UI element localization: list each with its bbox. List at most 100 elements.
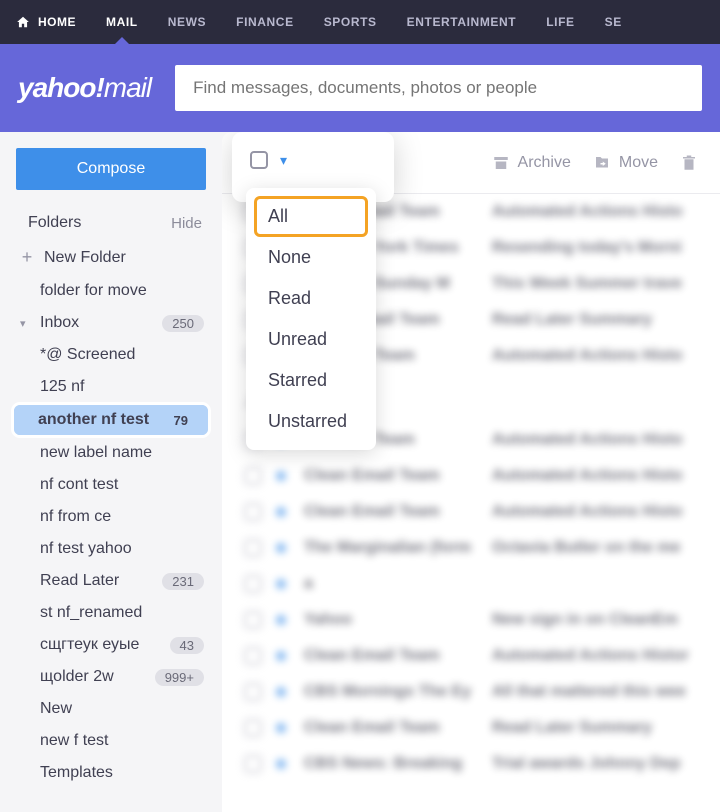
nav-item[interactable]: FINANCE [236,0,294,44]
nav-item[interactable]: ENTERTAINMENT [407,0,517,44]
nav-item[interactable]: NEWS [168,0,206,44]
select-dropdown-popover: ▾ AllNoneReadUnreadStarredUnstarred [232,132,394,202]
select-menu-item[interactable]: Starred [254,360,368,401]
unread-dot-icon [276,615,286,625]
email-row[interactable]: Clean Email TeamAutomated Actions Histor [222,638,720,674]
select-menu-item[interactable]: Unread [254,319,368,360]
email-subject: Automated Actions Histo [492,203,698,221]
folder-row[interactable]: *@ Screened [0,339,222,371]
email-checkbox[interactable] [244,719,262,737]
email-checkbox[interactable] [244,647,262,665]
email-sender: Yahoo [304,611,474,629]
yahoo-mail-logo: yahoo!mail [18,72,151,104]
compose-button[interactable]: Compose [16,148,206,190]
select-menu-item[interactable]: Read [254,278,368,319]
email-subject: Read Later Summary [492,719,698,737]
folder-row[interactable]: сщгтеук еуые 43 [0,629,222,661]
email-row[interactable]: CBS Mornings The Ey All that mattered thi… [222,674,720,710]
email-sender: Clean Email Team [304,467,474,485]
email-row[interactable]: CBS News: Breaking Trial awards Johnny De… [222,746,720,782]
folder-name: 125 nf [40,378,84,395]
hide-folders-link[interactable]: Hide [171,215,202,232]
folder-row[interactable]: folder for move [0,275,222,307]
email-checkbox[interactable] [244,503,262,521]
move-label: Move [619,154,658,172]
folder-row[interactable]: New [0,693,222,725]
select-menu-item[interactable]: All [254,196,368,237]
unread-dot-icon [276,687,286,697]
select-menu: AllNoneReadUnreadStarredUnstarred [246,188,376,450]
folder-name: another nf test [38,411,149,428]
nav-item[interactable]: SPORTS [324,0,377,44]
email-subject: Automated Actions Histo [492,347,698,365]
chevron-down-icon[interactable]: ▾ [20,317,34,330]
folder-row[interactable]: nf from ce [0,501,222,533]
new-folder-button[interactable]: + New Folder [0,240,222,275]
archive-button[interactable]: Archive [492,154,571,172]
email-checkbox[interactable] [244,467,262,485]
email-sender: CBS News: Breaking [304,755,474,773]
email-row[interactable]: Clean Email Team Automated Actions Histo [222,494,720,530]
email-sender: Clean Email Team [304,719,474,737]
email-sender: Clean Email Team [304,503,474,521]
email-subject: All that mattered this wee [492,683,698,701]
folder-row[interactable]: Templates [0,757,222,789]
email-sender: CBS Mornings The Ey [304,683,474,701]
folder-name: *@ Screened [40,346,135,363]
email-checkbox[interactable] [244,683,262,701]
unread-dot-icon [276,759,286,769]
email-subject: Automated Actions Histor [492,647,698,665]
folder-row[interactable]: another nf test79 [14,405,208,435]
home-icon [16,15,30,29]
folder-row[interactable]: nf cont test [0,469,222,501]
sidebar: Compose Folders Hide + New Folder folder… [0,132,222,812]
search-input[interactable] [175,65,702,111]
move-button[interactable]: Move [593,154,658,172]
folder-row[interactable]: ▾ Inbox 250 [0,307,222,339]
popover-checkbox[interactable] [250,151,268,169]
folder-name: new f test [40,732,108,749]
select-menu-item[interactable]: None [254,237,368,278]
new-folder-label: New Folder [44,249,126,267]
email-subject: Trial awards Johnny Dep [492,755,698,773]
unread-dot-icon [276,471,286,481]
email-row[interactable]: Clean Email Team Read Later Summary [222,710,720,746]
folder-name: Inbox [40,314,79,331]
email-subject: Octavia Butler on the me [492,539,698,557]
nav-item[interactable]: LIFE [546,0,574,44]
folder-count-badge: 250 [162,315,204,332]
email-checkbox[interactable] [244,575,262,593]
folder-row[interactable]: 125 nf [0,371,222,403]
email-row[interactable]: a [222,566,720,602]
folder-name: new label name [40,444,152,461]
folder-row[interactable]: st nf_renamed [0,597,222,629]
nav-home[interactable]: HOME [16,15,76,29]
folder-row[interactable]: щolder 2w 999+ [0,661,222,693]
email-row[interactable]: The Marginalian (formOctavia Butler on t… [222,530,720,566]
folder-row[interactable]: Read Later231 [0,565,222,597]
email-subject: Automated Actions Histo [492,503,698,521]
nav-item[interactable]: SE [605,0,622,44]
email-row[interactable]: YahooNew sign in on CleanEm [222,602,720,638]
folder-row[interactable]: nf test yahoo [0,533,222,565]
folder-count-badge: 999+ [155,669,204,686]
chevron-down-icon[interactable]: ▾ [280,152,287,169]
email-checkbox[interactable] [244,611,262,629]
email-checkbox[interactable] [244,539,262,557]
folder-name: сщгтеук еуые [40,636,139,653]
email-row[interactable]: Clean Email TeamAutomated Actions Histo [222,458,720,494]
folder-count-badge: 43 [170,637,204,654]
folder-name: щolder 2w [40,668,114,685]
move-icon [593,154,611,172]
email-checkbox[interactable] [244,755,262,773]
folder-row[interactable]: new f test [0,725,222,757]
folder-row[interactable]: new label name [0,437,222,469]
delete-button[interactable] [680,154,698,172]
email-subject: Automated Actions Histo [492,431,698,449]
email-sender: a [304,575,474,593]
archive-icon [492,154,510,172]
nav-item[interactable]: MAIL [106,0,138,44]
select-menu-item[interactable]: Unstarred [254,401,368,442]
email-subject: Read Later Summary [492,311,698,329]
folder-name: nf from ce [40,508,111,525]
